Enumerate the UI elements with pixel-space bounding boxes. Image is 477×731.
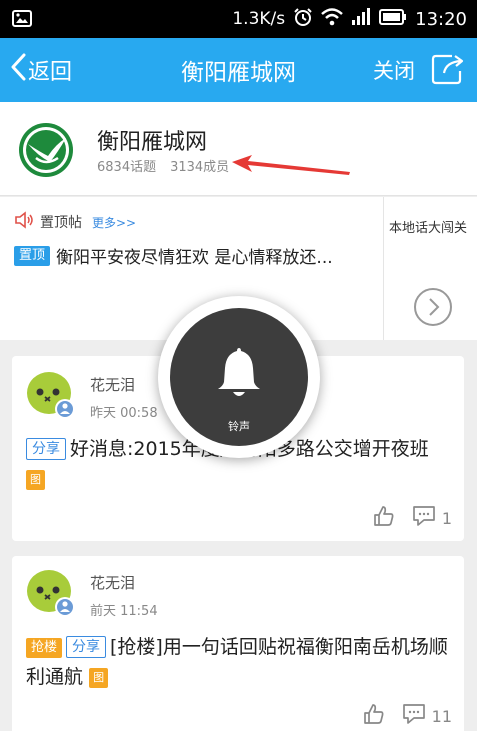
image-tag: 图: [89, 668, 109, 688]
comment-icon: [412, 505, 436, 531]
ringtone-label: 铃声: [228, 420, 250, 433]
ringtone-overlay[interactable]: 铃声: [158, 296, 320, 458]
like-button[interactable]: [372, 504, 402, 532]
share-icon[interactable]: [430, 53, 466, 89]
comment-icon: [402, 703, 426, 729]
ringtone-toggle[interactable]: 铃声: [170, 308, 308, 446]
chevron-right-icon[interactable]: [414, 288, 452, 326]
post-author[interactable]: 花无泪: [90, 374, 135, 395]
image-icon: [12, 10, 32, 31]
network-speed: 1.3K/s: [232, 9, 286, 29]
post-actions: 11: [362, 702, 452, 730]
comment-button[interactable]: 1: [412, 505, 452, 531]
thumbs-up-icon: [372, 504, 396, 532]
post-time: 前天 11:54: [90, 604, 158, 619]
avatar[interactable]: [26, 370, 76, 420]
comment-count: 1: [441, 508, 452, 528]
clock: 13:20: [415, 8, 467, 30]
comment-count: 11: [431, 706, 452, 726]
annotation-arrow: [228, 154, 352, 182]
thumbs-up-icon: [362, 702, 386, 730]
hot-tag: 抢楼: [26, 638, 63, 658]
group-stats: 6834话题 3134成员: [97, 156, 229, 175]
image-tag: 图: [26, 470, 45, 490]
avatar[interactable]: [26, 568, 76, 618]
post-title[interactable]: 抢楼 分享 [抢楼]用一句话回贴祝福衡阳南岳机场顺利通航 图: [26, 632, 454, 692]
post-time: 昨天 00:58: [90, 406, 158, 421]
pinned-label: 置顶帖: [40, 215, 82, 231]
pinned-post[interactable]: 置顶 衡阳平安夜尽情狂欢 是心情释放还...: [14, 243, 374, 268]
pinned-tag: 置顶: [14, 245, 51, 266]
signal-icon: [351, 7, 371, 31]
group-header[interactable]: 衡阳雁城网 6834话题 3134成员: [0, 102, 477, 196]
topic-count: 6834话题: [97, 160, 157, 175]
comment-button[interactable]: 11: [402, 703, 452, 729]
side-post-title[interactable]: 本地话大闯关: [389, 217, 467, 236]
like-button[interactable]: [362, 702, 392, 730]
post-actions: 1: [372, 504, 452, 532]
title-bar: 返回 衡阳雁城网 关闭: [0, 38, 477, 102]
back-chevron-icon: [10, 53, 26, 87]
member-count: 3134成员: [170, 160, 230, 175]
share-tag: 分享: [26, 438, 66, 460]
pinned-header: 置顶帖 更多>>: [14, 211, 136, 233]
pinned-post-title: 衡阳平安夜尽情狂欢 是心情释放还...: [56, 248, 333, 268]
bell-icon: [213, 344, 265, 406]
speaker-icon: [14, 211, 34, 233]
wifi-icon: [321, 7, 343, 31]
group-logo: [18, 122, 74, 178]
back-label: 返回: [28, 60, 73, 85]
group-name: 衡阳雁城网: [97, 130, 208, 155]
battery-icon: [379, 8, 407, 30]
back-button[interactable]: 返回: [10, 38, 72, 102]
post-card[interactable]: 花无泪 前天 11:54 抢楼 分享 [抢楼]用一句话回贴祝福衡阳南岳机场顺利通航 …: [12, 556, 464, 731]
status-bar: 1.3K/s 13:20: [0, 0, 477, 38]
more-link[interactable]: 更多>>: [92, 214, 136, 231]
post-author[interactable]: 花无泪: [90, 572, 135, 593]
close-button[interactable]: 关闭: [373, 38, 415, 102]
alarm-icon: [293, 7, 313, 32]
share-tag: 分享: [66, 636, 107, 658]
